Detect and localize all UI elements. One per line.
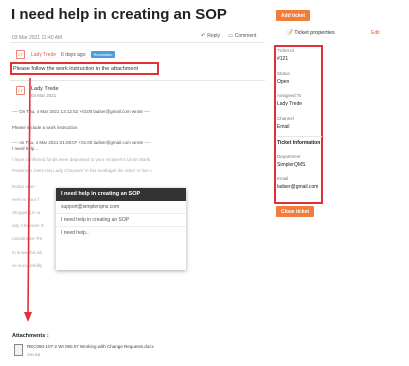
edit-note-icon: 📝 [286,30,293,36]
attachment-file-size: 230 KB [27,352,41,357]
popup-title: I need help in creating an SOP [56,188,186,201]
email-value: ladser@gmail.com [277,184,319,190]
divider [10,80,265,81]
ticket-actions: ↶ Reply ▭ Comment [201,33,256,39]
close-ticket-button[interactable]: Close ticket [276,206,314,217]
department-value: SimplerQMS [277,162,306,168]
assigned-value[interactable]: Lady Trede [277,101,302,107]
quoted-line: Here is your f [12,197,39,202]
divider [277,136,322,137]
popup-email: support@simplerqms.com [56,201,186,214]
reply-date: 03 Mar 2021 [31,93,57,98]
add-ticket-button[interactable]: Add ticket [276,10,310,21]
quoted-line: Shopping in w [12,210,41,215]
quoted-line: to know this ab [12,250,43,255]
status-value: Open [277,79,290,85]
reply-icon: ↶ [201,33,206,39]
comment-label: Comment [234,33,257,39]
quoted-line: Please include a work instruction [12,125,78,130]
quoted-line: I have confirmed funds were deposited to… [12,157,151,162]
reply-button[interactable]: ↶ Reply [201,33,220,39]
popup-subject: I need help in creating an SOP [56,214,186,227]
ticket-properties-title: 📝 Ticket properties [286,30,335,36]
ticket-title: I need help in creating an SOP [11,6,227,23]
status-label: Status [277,71,290,76]
ticket-id-label: Ticket Id [277,48,294,53]
quoted-line: ---- on Thu, 4 Mar 2021 01:08:07 +01:00 … [12,140,151,145]
message-age: 6 days ago [61,51,86,58]
assigned-label: Assigned To [277,93,302,98]
attachments-title: Attachments : [12,333,49,339]
avatar: LT [16,86,25,95]
channel-label: Channel [277,116,294,121]
popup-body: I need help... [61,230,90,236]
quoted-line: ve successfully [12,263,43,268]
channel-value: Email [277,124,290,130]
divider [10,42,265,43]
quoted-line: Powersen Jotex Hej Lady Cheysser Vi har … [12,168,152,173]
document-icon[interactable] [14,344,23,356]
reply-author: Lady Trede [31,86,59,92]
message-body: Please follow the work instruction in th… [13,66,139,72]
quoted-line: Radar now - [12,184,37,189]
comment-button[interactable]: ▭ Comment [228,33,256,39]
department-label: Department [277,154,301,159]
comment-icon: ▭ [228,33,233,39]
avatar: LT [16,50,25,59]
quoted-line: I need help... [12,146,39,151]
ticket-information-title: Ticket Information [277,140,321,146]
reply-label: Reply [207,33,220,39]
message-author[interactable]: Lady Trede [31,52,56,58]
properties-label: Ticket properties [294,30,335,36]
ticket-id-value: #121 [277,56,289,62]
attachment-file-name[interactable]: REC060-107-2 WI 060.07 Working with Chan… [27,344,154,349]
edit-link[interactable]: Edit [371,30,380,36]
email-preview-popup[interactable]: I need help in creating an SOP support@s… [56,188,186,270]
quoted-line: rusalangan-Tre [12,236,43,241]
message-meta: Lady Trede 6 days ago Resolution [31,51,116,58]
ticket-date: 03 Mar 2021 11:40 AM [12,35,63,41]
quoted-line: ---- On Thu, 4 Mar 2021 13:12:52 +0100 l… [12,109,151,114]
quoted-line: ady Cheysser D [12,223,45,228]
status-badge: Resolution [90,51,116,58]
email-label: Email [277,176,289,181]
